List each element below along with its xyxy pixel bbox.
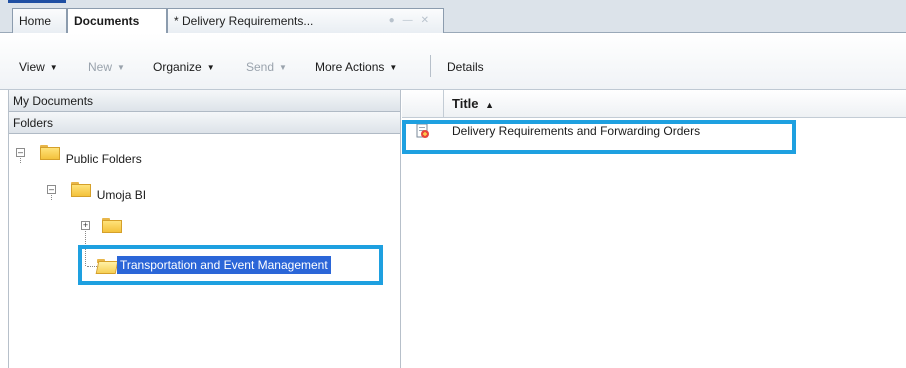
tree-node-transportation-event-management[interactable]: Transportation and Event Management <box>117 256 331 274</box>
open-folder-icon <box>97 259 115 273</box>
more-actions-label: More Actions <box>315 60 385 74</box>
organize-menu-button[interactable]: Organize ▼ <box>153 60 215 74</box>
folders-header[interactable]: Folders <box>9 112 400 134</box>
organize-label: Organize <box>153 60 202 74</box>
tab-delivery-requirements[interactable]: * Delivery Requirements... ●—✕ <box>167 8 444 33</box>
new-label: New <box>88 60 113 74</box>
chevron-down-icon: ▼ <box>206 63 215 72</box>
tab-window-controls-icon[interactable]: ●—✕ <box>389 9 437 33</box>
column-header-title[interactable]: Title ▲ <box>452 96 494 111</box>
tree-node-unnamed-folder[interactable]: + <box>81 218 123 233</box>
brand-accent-bar <box>8 0 66 3</box>
tab-documents[interactable]: Documents <box>67 8 167 34</box>
tree-label-umoja-bi: Umoja BI <box>96 188 147 202</box>
send-label: Send <box>246 60 275 74</box>
details-button[interactable]: Details <box>447 60 484 74</box>
expand-icon[interactable]: + <box>81 221 90 230</box>
my-documents-header[interactable]: My Documents <box>9 90 400 112</box>
tab-bar: Home Documents * Delivery Requirements..… <box>0 0 906 34</box>
tab-home[interactable]: Home <box>12 8 67 33</box>
view-label: View <box>19 60 45 74</box>
column-header-icon[interactable] <box>402 90 444 118</box>
view-menu-button[interactable]: View ▼ <box>19 60 58 74</box>
highlighted-document-outline <box>402 120 796 154</box>
folder-icon <box>40 145 61 160</box>
column-title-label: Title <box>452 96 479 111</box>
tree-node-umoja-bi[interactable]: – Umoja BI <box>47 182 146 202</box>
toolbar: View ▼ New ▼ Organize ▼ Send ▼ More Actions ▼… <box>0 33 906 90</box>
send-menu-button[interactable]: Send ▼ <box>246 60 287 74</box>
chevron-down-icon: ▼ <box>389 63 398 72</box>
sort-ascending-icon: ▲ <box>485 100 495 110</box>
left-navigation-panel: My Documents Folders <box>8 90 401 368</box>
collapse-icon[interactable]: – <box>16 148 25 157</box>
collapse-icon[interactable]: – <box>47 185 56 194</box>
chevron-down-icon: ▼ <box>279 63 287 72</box>
more-actions-menu-button[interactable]: More Actions ▼ <box>315 60 397 74</box>
tree-node-public-folders[interactable]: – Public Folders <box>16 145 142 166</box>
chevron-down-icon: ▼ <box>49 63 58 72</box>
tab-delivery-label: * Delivery Requirements... <box>174 14 314 28</box>
chevron-down-icon: ▼ <box>117 63 125 72</box>
toolbar-divider <box>430 55 431 77</box>
new-menu-button[interactable]: New ▼ <box>88 60 125 74</box>
folder-icon <box>71 182 92 197</box>
folder-icon <box>102 218 123 233</box>
grid-header: Title ▲ <box>402 90 906 118</box>
tree-label-public-folders: Public Folders <box>65 152 142 166</box>
